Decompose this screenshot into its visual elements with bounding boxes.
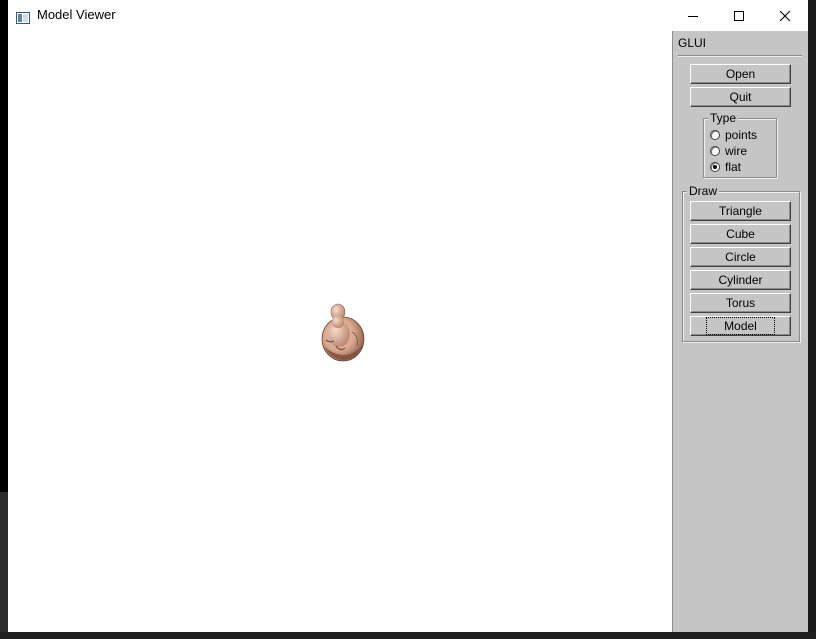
cube-button[interactable]: Cube — [690, 224, 791, 244]
glui-title: GLUI — [678, 36, 707, 50]
type-group: Type points wire flat — [703, 111, 777, 178]
open-button[interactable]: Open — [690, 64, 791, 84]
draw-group-label: Draw — [687, 184, 720, 198]
circle-button[interactable]: Circle — [690, 247, 791, 267]
window-app-icon — [16, 9, 30, 24]
radio-wire-icon — [710, 146, 720, 156]
glui-panel: GLUI Open Quit Type points wire flat Dra… — [672, 31, 808, 632]
render-canvas[interactable] — [8, 31, 672, 632]
desktop-background-bottom — [0, 632, 816, 639]
model-button[interactable]: Model — [690, 316, 791, 336]
rendered-model — [321, 303, 365, 362]
maximize-button[interactable] — [716, 0, 762, 31]
radio-wire[interactable]: wire — [710, 143, 747, 159]
glui-separator — [678, 55, 802, 57]
maximize-icon — [734, 10, 744, 21]
radio-flat-label: flat — [725, 160, 742, 174]
radio-flat[interactable]: flat — [710, 159, 741, 175]
quit-button[interactable]: Quit — [690, 87, 791, 107]
window-title: Model Viewer — [37, 7, 116, 22]
minimize-icon — [688, 15, 698, 17]
radio-points-icon — [710, 130, 720, 140]
type-group-label: Type — [708, 111, 739, 125]
radio-wire-label: wire — [725, 144, 748, 158]
radio-points-label: points — [725, 128, 758, 142]
cylinder-button[interactable]: Cylinder — [690, 270, 791, 290]
close-button[interactable] — [762, 0, 808, 31]
model-viewer-window: Model Viewer GLUI Open Quit Type points … — [8, 0, 808, 632]
model-button-label: Model — [706, 317, 775, 335]
close-icon — [779, 10, 791, 21]
minimize-button[interactable] — [670, 0, 716, 31]
torus-button[interactable]: Torus — [690, 293, 791, 313]
radio-points[interactable]: points — [710, 127, 757, 143]
triangle-button[interactable]: Triangle — [690, 201, 791, 221]
title-bar[interactable]: Model Viewer — [8, 0, 808, 31]
radio-flat-icon — [710, 162, 720, 172]
desktop-background — [0, 0, 8, 639]
